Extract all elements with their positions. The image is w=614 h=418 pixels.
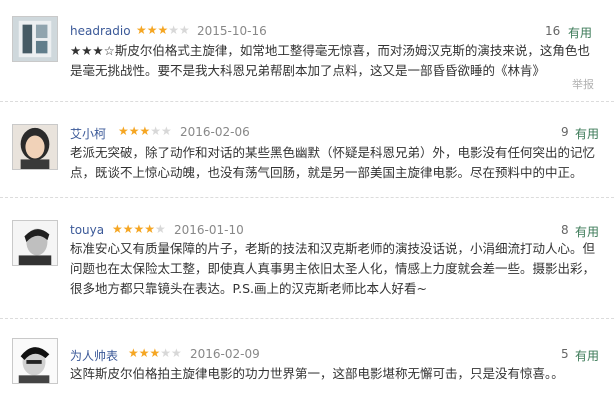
rating-stars: ★★★★★ [136, 23, 190, 37]
rating-stars: ★★★★★ [112, 222, 166, 236]
avatar[interactable] [12, 124, 58, 170]
username[interactable]: 艾小柯 [70, 125, 106, 142]
useful-button[interactable]: 有用 [575, 223, 599, 240]
divider [0, 197, 614, 198]
rating-stars: ★★★★★ [118, 124, 172, 138]
review-text: 标准安心又有质量保障的片子，老斯的技法和汉克斯老师的演技没话说，小涓细流打动人心… [70, 241, 596, 296]
star-empty-icon: ★★ [150, 124, 172, 138]
useful-button[interactable]: 有用 [568, 24, 592, 41]
useful-count: 8 [561, 223, 569, 237]
username[interactable]: 为人帅表 [70, 347, 118, 364]
avatar[interactable] [12, 16, 58, 62]
report-link[interactable]: 举报 [572, 76, 594, 92]
review-text: 老派无突破，除了动作和对话的某些黑色幽默（怀疑是科恩兄弟）外，电影没有任何突出的… [70, 145, 596, 180]
username[interactable]: headradio [70, 24, 131, 38]
divider [0, 101, 614, 102]
review-date: 2015-10-16 [197, 24, 267, 38]
star-filled-icon: ★★★ [118, 124, 151, 138]
review-date: 2016-02-09 [190, 347, 260, 361]
avatar[interactable] [12, 338, 58, 384]
username[interactable]: touya [70, 223, 104, 237]
useful-count: 16 [545, 24, 561, 38]
useful-count: 5 [561, 347, 569, 361]
review-date: 2016-01-10 [174, 223, 244, 237]
rating-stars: ★★★★★ [128, 346, 182, 360]
useful-count: 9 [561, 125, 569, 139]
star-filled-icon: ★★★★ [112, 222, 156, 236]
useful-button[interactable]: 有用 [575, 347, 599, 364]
star-empty-icon: ★★ [160, 346, 182, 360]
avatar[interactable] [12, 220, 58, 266]
star-filled-icon: ★★★ [136, 23, 169, 37]
useful-button[interactable]: 有用 [575, 125, 599, 142]
divider [0, 318, 614, 319]
star-empty-icon: ★★ [168, 23, 190, 37]
review-text: ★★★☆斯皮尔伯格式主旋律，如常地工整得毫无惊喜，而对汤姆汉克斯的演技来说，这角… [70, 43, 590, 78]
review-text: 这阵斯皮尔伯格拍主旋律电影的功力世界第一，这部电影堪称无懈可击，只是没有惊喜。。 [70, 366, 564, 381]
star-empty-icon: ★ [155, 222, 166, 236]
review-date: 2016-02-06 [180, 125, 250, 139]
star-filled-icon: ★★★ [128, 346, 161, 360]
